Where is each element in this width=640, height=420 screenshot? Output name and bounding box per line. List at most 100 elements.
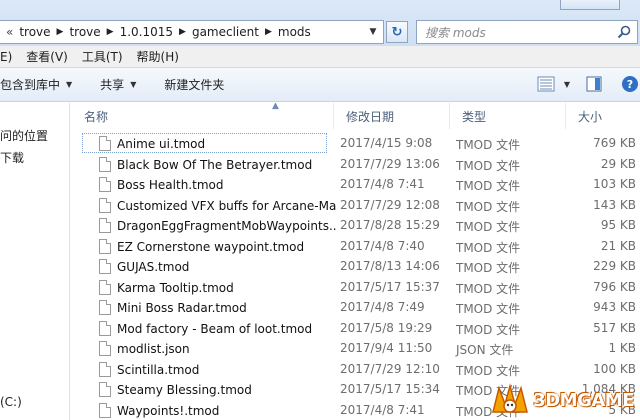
row-name-cell[interactable]: Black Bow Of The Betrayer.tmod	[82, 154, 327, 174]
breadcrumb-item[interactable]: 1.0.1015	[120, 25, 173, 39]
file-date: 2017/7/29 13:06	[340, 156, 440, 171]
file-size: 143 KB	[593, 197, 636, 212]
file-icon	[99, 156, 111, 172]
row-name-cell[interactable]: modlist.json	[82, 338, 327, 358]
file-icon	[99, 136, 111, 151]
table-row[interactable]: Anime ui.tmod 2017/4/15 9:08 TMOD 文件 769 KB	[72, 133, 640, 154]
row-name-cell[interactable]: Steamy Blessing.tmod	[82, 379, 327, 399]
breadcrumb-item[interactable]: trove	[69, 25, 100, 39]
file-size: 95 KB	[600, 218, 636, 232]
file-name: Mod factory - Beam of loot.tmod	[117, 321, 313, 336]
include-in-library-label: 包含到库中	[0, 78, 61, 92]
row-name-cell[interactable]: DragonEggFragmentMobWaypoints....	[82, 215, 337, 235]
column-header-size[interactable]: 大小	[566, 103, 640, 129]
file-name: Steamy Blessing.tmod	[117, 383, 252, 397]
nav-item-downloads[interactable]: 下载	[0, 149, 24, 166]
row-name-cell[interactable]: Boss Health.tmod	[82, 174, 327, 194]
new-folder-label: 新建文件夹	[164, 78, 225, 92]
breadcrumb-separator-icon[interactable]: ▶	[57, 27, 64, 37]
include-in-library-button[interactable]: 包含到库中 ▼	[0, 76, 72, 93]
file-name: DragonEggFragmentMobWaypoints....	[117, 219, 337, 233]
view-options-chevron-icon[interactable]: ▼	[564, 80, 570, 89]
file-type: TMOD 文件	[456, 302, 521, 316]
row-name-cell[interactable]: Anime ui.tmod	[82, 133, 327, 153]
file-icon	[99, 402, 111, 418]
row-name-cell[interactable]: Mini Boss Radar.tmod	[82, 297, 327, 317]
file-name: modlist.json	[117, 342, 190, 356]
new-folder-button[interactable]: 新建文件夹	[164, 76, 224, 93]
file-name: Black Bow Of The Betrayer.tmod	[117, 157, 313, 172]
help-icon[interactable]: ?	[620, 74, 640, 94]
row-name-cell[interactable]: Waypoints!.tmod	[82, 400, 327, 420]
share-button[interactable]: 共享 ▼	[100, 76, 136, 93]
address-row: « trove ▶ trove ▶ 1.0.1015 ▶ gameclient …	[0, 0, 640, 46]
file-size: 517 KB	[593, 320, 636, 335]
nav-item-drive-c[interactable]: (C:)	[0, 395, 22, 409]
breadcrumb-item[interactable]: mods	[278, 25, 311, 39]
file-date: 2017/5/17 15:34	[340, 382, 440, 396]
row-name-cell[interactable]: Karma Tooltip.tmod	[82, 277, 327, 297]
row-name-cell[interactable]: Mod factory - Beam of loot.tmod	[82, 318, 327, 338]
table-row[interactable]: Black Bow Of The Betrayer.tmod 2017/7/29 …	[72, 154, 640, 175]
table-row[interactable]: Mod factory - Beam of loot.tmod 2017/5/8 …	[72, 318, 640, 339]
table-row[interactable]: Scintilla.tmod 2017/7/29 12:10 TMOD 文件 100 …	[72, 359, 640, 380]
column-header-type-label: 类型	[462, 109, 487, 124]
breadcrumb-separator-icon[interactable]: ▶	[179, 27, 186, 37]
file-date: 2017/9/4 11:50	[340, 341, 433, 355]
menu-help[interactable]: 帮助(H)	[137, 48, 179, 65]
search-icon[interactable]	[617, 25, 631, 39]
table-row[interactable]: GUJAS.tmod 2017/8/13 14:06 TMOD 文件 229 KB	[72, 256, 640, 277]
file-name: Customized VFX buffs for Arcane-Ma...	[117, 198, 337, 213]
file-type: TMOD 文件	[456, 240, 521, 255]
breadcrumb-item[interactable]: gameclient	[192, 25, 259, 39]
file-date: 2017/7/29 12:08	[340, 197, 440, 212]
file-size: 769 KB	[593, 136, 636, 150]
breadcrumb-item[interactable]: trove	[19, 25, 50, 39]
table-row[interactable]: EZ Cornerstone waypoint.tmod 2017/4/8 7:4…	[72, 236, 640, 257]
file-icon	[99, 259, 111, 274]
site-watermark: 3DMGAME	[489, 382, 634, 418]
file-size: 103 KB	[593, 177, 636, 191]
change-view-icon[interactable]	[536, 75, 556, 93]
column-header-date[interactable]: 修改日期	[334, 103, 450, 129]
address-dropdown-icon[interactable]: ▼	[365, 23, 381, 41]
row-name-cell[interactable]: EZ Cornerstone waypoint.tmod	[82, 236, 327, 256]
file-size: 796 KB	[593, 279, 636, 294]
breadcrumb-separator-icon[interactable]: ▶	[265, 27, 272, 37]
preview-pane-icon[interactable]	[586, 76, 602, 92]
row-name-cell[interactable]: Customized VFX buffs for Arcane-Ma...	[82, 195, 337, 215]
table-row[interactable]: Customized VFX buffs for Arcane-Ma... 201…	[72, 195, 640, 216]
table-row[interactable]: modlist.json 2017/9/4 11:50 JSON 文件 1 KB	[72, 338, 640, 359]
chevron-down-icon: ▼	[66, 80, 73, 89]
menu-edit[interactable]: E)	[0, 50, 12, 64]
row-name-cell[interactable]: GUJAS.tmod	[82, 256, 327, 276]
file-date: 2017/8/28 15:29	[340, 218, 440, 232]
file-icon	[99, 300, 111, 315]
menu-view[interactable]: 查看(V)	[26, 48, 68, 65]
table-row[interactable]: Boss Health.tmod 2017/4/8 7:41 TMOD 文件 103 …	[72, 174, 640, 195]
file-size: 1 KB	[608, 341, 636, 355]
search-input[interactable]: 搜索 mods	[416, 20, 638, 44]
command-toolbar: 包含到库中 ▼ 共享 ▼ 新建文件夹 ▼ ?	[0, 68, 640, 102]
column-header-date-label: 修改日期	[346, 109, 395, 124]
column-header-type[interactable]: 类型	[450, 103, 566, 129]
nav-item-recent-places[interactable]: 问的位置	[0, 127, 48, 144]
file-date: 2017/4/15 9:08	[340, 136, 433, 150]
table-row[interactable]: Karma Tooltip.tmod 2017/5/17 15:37 TMOD 文件…	[72, 277, 640, 298]
file-size: 29 KB	[600, 156, 636, 171]
file-size: 100 KB	[593, 361, 636, 376]
refresh-button[interactable]: ↻	[386, 21, 408, 43]
file-date: 2017/8/13 14:06	[340, 259, 440, 273]
navigation-pane: 问的位置 下载 (C:)	[0, 103, 70, 420]
table-row[interactable]: DragonEggFragmentMobWaypoints.... 2017/8/…	[72, 215, 640, 236]
breadcrumb-separator-icon[interactable]: ▶	[107, 27, 114, 37]
share-label: 共享	[100, 78, 125, 92]
menu-tools[interactable]: 工具(T)	[82, 48, 123, 65]
breadcrumb-overflow-icon[interactable]: «	[6, 25, 13, 39]
row-name-cell[interactable]: Scintilla.tmod	[82, 359, 327, 379]
address-bar[interactable]: « trove ▶ trove ▶ 1.0.1015 ▶ gameclient …	[0, 20, 384, 44]
column-header-name[interactable]: 名称	[72, 103, 334, 129]
chevron-down-icon: ▼	[130, 80, 137, 89]
table-row[interactable]: Mini Boss Radar.tmod 2017/4/8 7:49 TMOD 文件…	[72, 297, 640, 318]
file-icon	[99, 218, 111, 233]
